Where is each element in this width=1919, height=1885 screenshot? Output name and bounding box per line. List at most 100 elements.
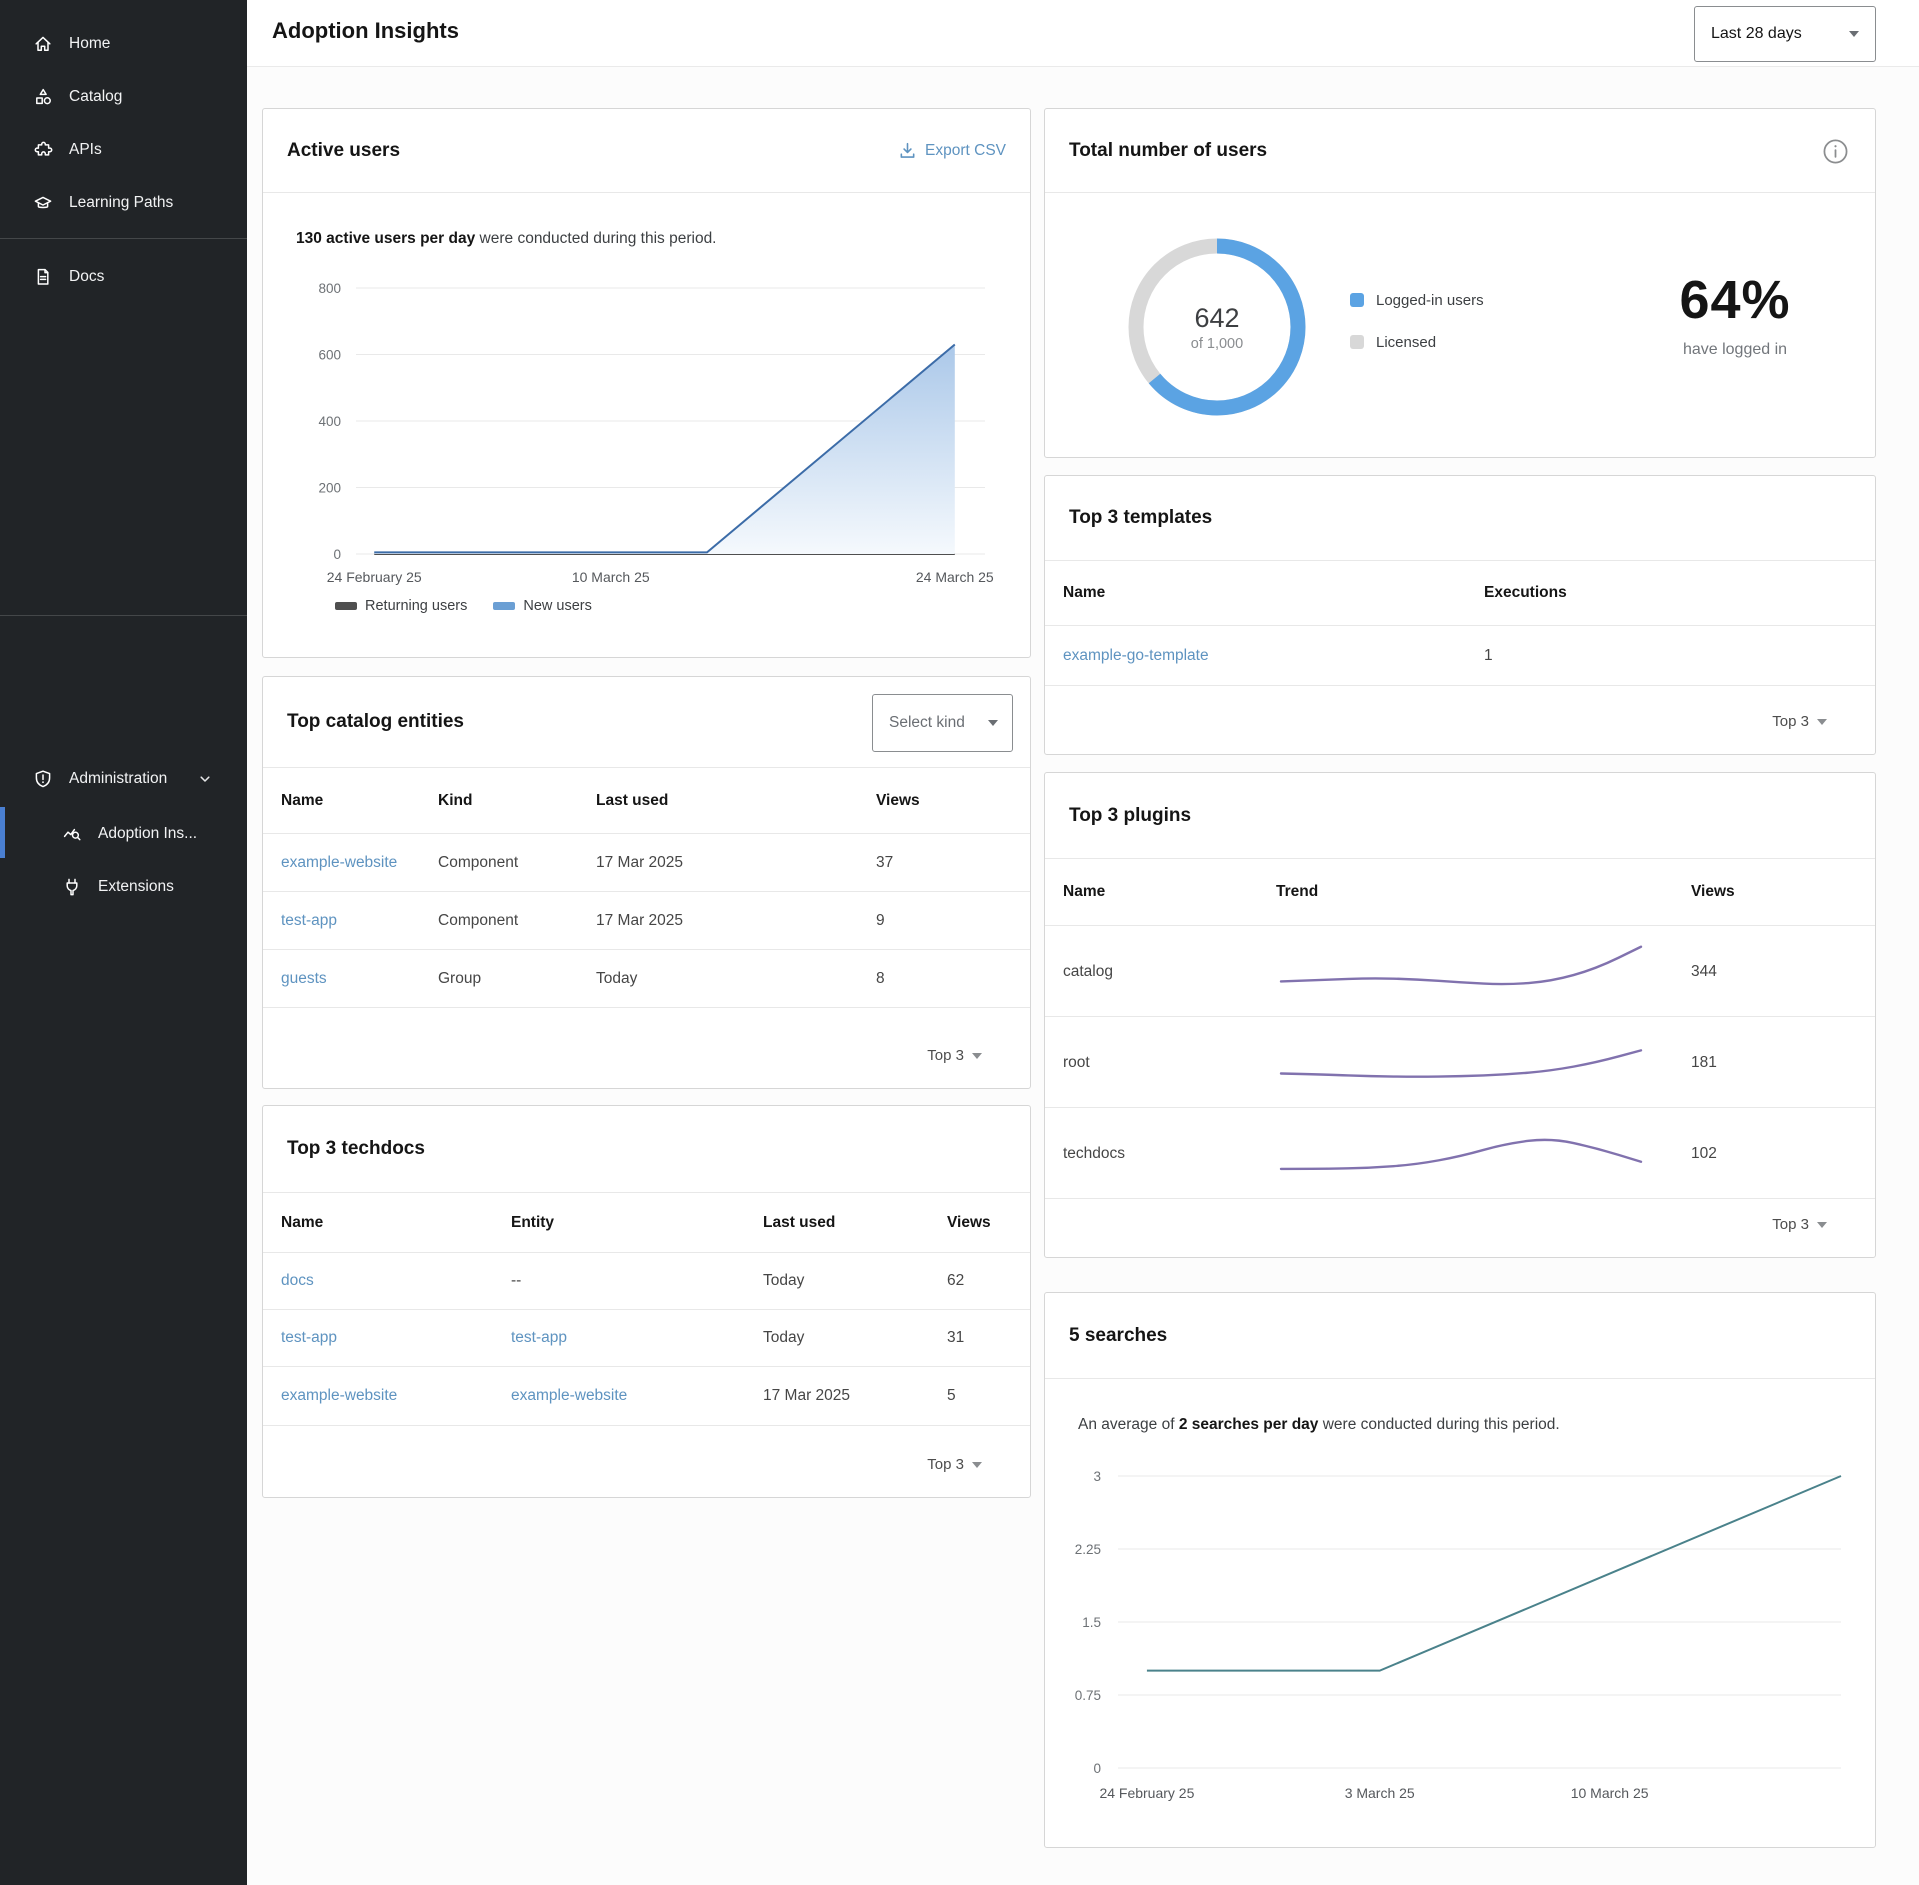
licensed-total: of 1,000 [1191, 336, 1243, 352]
card-title: Top catalog entities [287, 711, 464, 733]
select-kind-placeholder: Select kind [889, 714, 965, 732]
sidebar-item-catalog[interactable]: Catalog [0, 70, 247, 123]
rows-per-page-dropdown[interactable]: Top 3 [1772, 713, 1827, 730]
legend-swatch [1350, 335, 1364, 349]
catalog-icon [33, 87, 53, 107]
date-range-select[interactable]: Last 28 days [1694, 6, 1876, 62]
plugin-views: 344 [1691, 963, 1875, 981]
active-users-summary: 130 active users per day were conducted … [263, 193, 1030, 248]
card-title: Top 3 techdocs [287, 1138, 425, 1160]
table-row: example-website Component 17 Mar 2025 37 [263, 834, 1030, 892]
select-kind-dropdown[interactable]: Select kind [872, 694, 1013, 752]
svg-text:3 March 25: 3 March 25 [1345, 1785, 1415, 1801]
entity-link[interactable]: example-website [511, 1387, 763, 1405]
svg-text:3: 3 [1093, 1469, 1101, 1484]
sidebar-item-apis[interactable]: APIs [0, 123, 247, 176]
table-header-row: NameTrendViews [1045, 859, 1875, 926]
svg-text:24 March 25: 24 March 25 [916, 569, 994, 585]
export-csv-label: Export CSV [925, 142, 1006, 160]
techdoc-link[interactable]: example-website [281, 1387, 511, 1405]
card-header: 5 searches [1045, 1293, 1875, 1379]
sidebar-item-learning-paths[interactable]: Learning Paths [0, 176, 247, 229]
docs-icon [33, 267, 53, 287]
svg-text:800: 800 [318, 281, 341, 296]
plugin-views: 102 [1691, 1145, 1875, 1163]
svg-text:24 February 25: 24 February 25 [327, 569, 422, 585]
sidebar: Home Catalog APIs Learning Paths Docs [0, 0, 247, 1885]
table-row: catalog 344 [1045, 926, 1875, 1017]
techdoc-link[interactable]: docs [281, 1272, 511, 1290]
page-header: Adoption Insights Last 28 days [247, 0, 1919, 67]
top-catalog-entities-card: Top catalog entities Select kind NameKin… [262, 676, 1031, 1089]
legend-item-logged-in: Logged-in users [1350, 292, 1484, 309]
caret-down-icon [972, 1462, 982, 1468]
card-header: Top 3 techdocs [263, 1106, 1030, 1193]
table-row: example-go-template 1 [1045, 626, 1875, 686]
card-header: Top 3 plugins [1045, 773, 1875, 859]
table-row: root 181 [1045, 1017, 1875, 1108]
svg-text:0: 0 [1093, 1761, 1101, 1776]
caret-down-icon [988, 720, 998, 726]
sidebar-item-label: Catalog [69, 88, 122, 106]
entity-link[interactable]: guests [281, 970, 438, 988]
info-icon[interactable] [1822, 138, 1849, 165]
entity-link[interactable]: test-app [281, 912, 438, 930]
table-header-row: NameKindLast usedViews [263, 768, 1030, 834]
plugin-name: root [1063, 1054, 1276, 1072]
sidebar-item-administration[interactable]: Administration [0, 752, 247, 805]
svg-text:400: 400 [318, 414, 341, 429]
rows-per-page-dropdown[interactable]: Top 3 [927, 1047, 982, 1064]
card-title: Active users [287, 140, 400, 162]
plugin-trend-sparkline [1276, 1017, 1691, 1108]
table-row: test-app test-app Today 31 [263, 1310, 1030, 1367]
sidebar-item-extensions[interactable]: Extensions [0, 860, 247, 913]
plugin-views: 181 [1691, 1054, 1875, 1072]
sidebar-item-adoption-insights[interactable]: Adoption Ins... [0, 807, 247, 860]
card-header: Top 3 templates [1045, 476, 1875, 561]
sidebar-item-docs[interactable]: Docs [0, 250, 247, 303]
apis-icon [33, 140, 53, 160]
plugin-name: techdocs [1063, 1145, 1276, 1163]
chart-legend: Returning users New users [335, 598, 592, 614]
sidebar-item-label: Adoption Ins... [98, 825, 197, 843]
rows-per-page-dropdown[interactable]: Top 3 [927, 1456, 982, 1473]
legend-swatch [335, 602, 357, 610]
card-title: Total number of users [1069, 140, 1267, 162]
entity-link[interactable]: example-website [281, 854, 438, 872]
caret-down-icon [1817, 719, 1827, 725]
date-range-value: Last 28 days [1711, 25, 1802, 43]
legend-swatch [1350, 293, 1364, 307]
logged-in-caption: have logged in [1585, 341, 1885, 359]
card-title: Top 3 plugins [1069, 805, 1191, 827]
svg-text:2.25: 2.25 [1075, 1542, 1101, 1557]
legend-item-new-users: New users [493, 598, 592, 614]
shield-icon [33, 769, 53, 789]
svg-text:24 February 25: 24 February 25 [1099, 1785, 1194, 1801]
sidebar-item-label: Home [69, 35, 110, 53]
searches-summary: An average of 2 searches per day were co… [1045, 1379, 1875, 1434]
entity-link[interactable]: test-app [511, 1329, 763, 1347]
card-header: Total number of users [1045, 109, 1875, 193]
searches-card: 00.751.52.25324 February 253 March 2510 … [1044, 1292, 1876, 1848]
sidebar-divider [0, 238, 247, 239]
sidebar-item-home[interactable]: Home [0, 17, 247, 70]
top-plugins-card: Top 3 plugins NameTrendViews catalog 344… [1044, 772, 1876, 1258]
plugin-name: catalog [1063, 963, 1276, 981]
insights-icon [62, 824, 82, 844]
card-header: Active users Export CSV [263, 109, 1030, 193]
sidebar-item-label: APIs [69, 141, 102, 159]
download-icon [899, 142, 916, 159]
top-techdocs-card: Top 3 techdocs NameEntityLast usedViews … [262, 1105, 1031, 1498]
page-title: Adoption Insights [272, 18, 459, 44]
card-header: Top catalog entities Select kind [263, 677, 1030, 768]
sidebar-item-label: Learning Paths [69, 194, 173, 212]
learning-paths-icon [33, 193, 53, 213]
dashboard-content: 020040060080024 February 2510 March 2524… [247, 67, 1919, 1885]
rows-per-page-dropdown[interactable]: Top 3 [1772, 1216, 1827, 1233]
chevron-down-icon [195, 769, 215, 789]
techdoc-link[interactable]: test-app [281, 1329, 511, 1347]
export-csv-button[interactable]: Export CSV [899, 109, 1006, 192]
template-link[interactable]: example-go-template [1063, 647, 1484, 665]
svg-text:200: 200 [318, 481, 341, 496]
caret-down-icon [972, 1053, 982, 1059]
